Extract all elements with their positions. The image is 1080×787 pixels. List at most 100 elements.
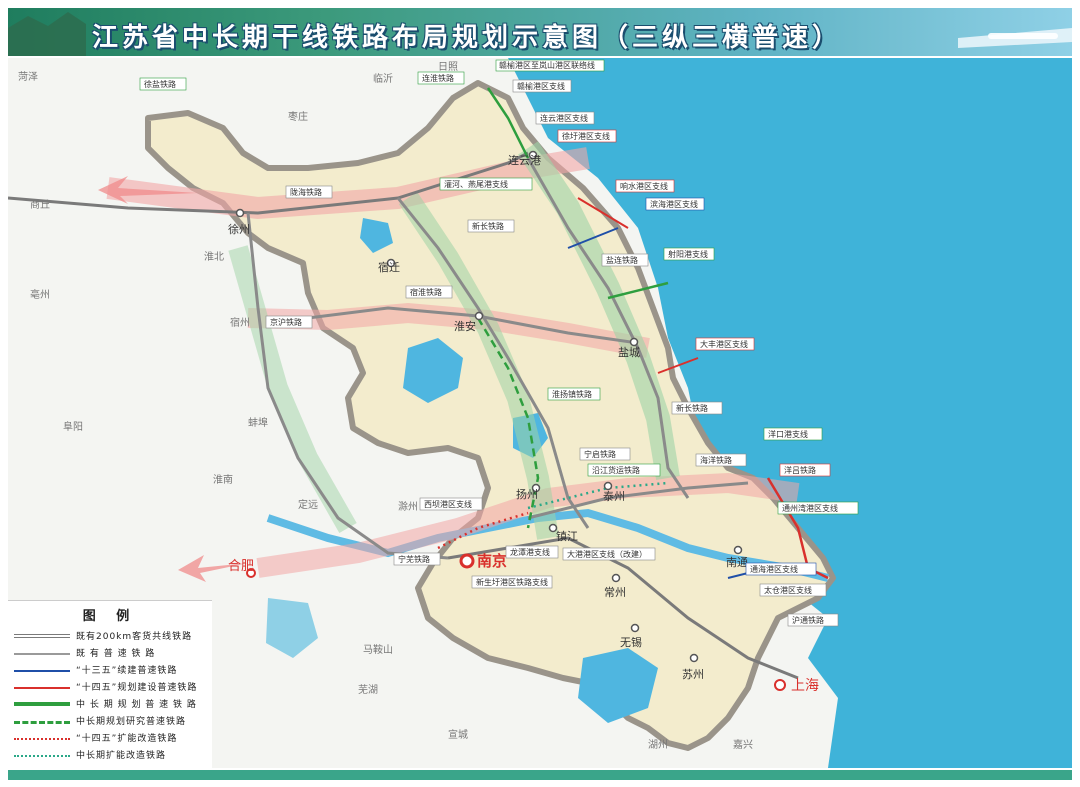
hefei-label: 合肥	[228, 559, 254, 574]
rizhao-label: 日照	[438, 61, 458, 73]
longhai-rail-label: 陇海铁路	[290, 187, 322, 197]
map-title: 江苏省中长期干线铁路布局规划示意图（三纵三横普速）	[92, 23, 843, 53]
legend-item: “十四五”扩能改造铁路	[12, 731, 212, 745]
ganyu-link-label: 赣榆港区至岚山港区联络线	[499, 60, 595, 70]
yanlian-rail-label: 盐连铁路	[606, 255, 638, 265]
legend-item: 中长期扩能改造铁路	[12, 748, 212, 762]
legend-swatch	[14, 687, 70, 689]
legend-swatch	[14, 755, 70, 757]
xinchang-rail-label: 新长铁路	[472, 221, 504, 231]
legend-label: 既有200km客货共线铁路	[76, 632, 193, 642]
nanjing-label: 南京	[477, 552, 507, 570]
ningqi-rail-label: 宁启铁路	[584, 449, 616, 459]
dagang-branch-label: 大港港区支线（改建）	[567, 549, 647, 559]
wuxi-marker	[630, 623, 640, 633]
legend-item: 中长期规划研究普速铁路	[12, 714, 212, 728]
nantong-port-branch-label: 通海港区支线	[750, 564, 798, 574]
yancheng-marker	[629, 337, 639, 347]
taizhou-label: 泰州	[603, 489, 625, 503]
heze-label: 菏泽	[18, 71, 38, 83]
suzhou-marker	[689, 653, 699, 663]
bozhou-label: 亳州	[30, 288, 50, 301]
shangqiu-label: 商丘	[30, 198, 50, 211]
ningwu-rail-label: 宁芜铁路	[398, 554, 430, 564]
shanghai-marker	[774, 679, 786, 691]
lianyungang-label: 连云港	[508, 154, 541, 167]
legend-item: “十四五”规划建设普速铁路	[12, 680, 212, 694]
xiba-branch-label: 西坝港区支线	[424, 499, 472, 509]
xuyan-rail-label: 徐盐铁路	[144, 79, 176, 89]
lianhuai-rail-label: 连淮铁路	[422, 73, 454, 83]
legend-label: 既 有 普 速 铁 路	[76, 649, 156, 659]
legend-swatch	[14, 634, 70, 638]
ganyu-branch-label: 赣榆港区支线	[517, 81, 565, 91]
legend-item: “十三五”续建普速铁路	[12, 663, 212, 677]
longtan-branch-label: 龙潭港支线	[510, 547, 550, 557]
title-banner: 江苏省中长期干线铁路布局规划示意图（三纵三横普速）	[8, 8, 1072, 56]
suzhou-ah-label: 宿州	[230, 316, 250, 329]
xuzhou-label: 徐州	[228, 222, 250, 236]
xiangshui-branch-label: 响水港区支线	[620, 181, 668, 191]
haiyang-rail-label: 海洋铁路	[700, 455, 732, 465]
wuxi-label: 无锡	[620, 635, 642, 649]
dafeng-branch-label: 大丰港区支线	[700, 339, 748, 349]
changzhou-label: 常州	[604, 586, 626, 599]
chuzhou-label: 滁州	[398, 500, 418, 513]
legend-label: “十四五”规划建设普速铁路	[76, 683, 198, 693]
legend-label: “十四五”扩能改造铁路	[76, 734, 178, 744]
legend-swatch	[14, 721, 70, 724]
nanjing-marker	[459, 553, 475, 569]
huaiyangzhen-rail-label: 淮扬镇铁路	[552, 389, 592, 399]
zhenjiang-label: 镇江	[556, 529, 578, 543]
xinshengyu-branch-label: 新生圩港区铁路支线	[476, 577, 548, 587]
yangzijiang-rail-label: 沿江货运铁路	[592, 465, 640, 475]
legend-item: 中 长 期 规 划 普 速 铁 路	[12, 697, 212, 711]
jinghu-rail-label: 京沪铁路	[270, 317, 302, 327]
nantong-label: 南通	[726, 556, 748, 569]
maanshan-label: 马鞍山	[363, 643, 393, 656]
nantong-marker	[733, 545, 743, 555]
yancheng-label: 盐城	[618, 346, 640, 359]
bottom-border	[8, 770, 1072, 780]
suqian-label: 宿迁	[378, 260, 400, 274]
legend-label: “十三五”续建普速铁路	[76, 666, 178, 676]
taizhou-marker	[603, 481, 613, 491]
taicang-branch-label: 太仓港区支线	[764, 585, 812, 595]
legend-swatch	[14, 702, 70, 706]
yangkou-branch-label: 洋口港支线	[768, 429, 808, 439]
huainan-label: 淮南	[213, 473, 233, 486]
huzhou-label: 湖州	[648, 739, 668, 751]
tonghai-branch-label: 通州湾港区支线	[782, 503, 838, 513]
yanglu-rail-label: 洋吕铁路	[784, 465, 816, 475]
sheyang-branch-label: 射阳港支线	[668, 249, 708, 259]
guanhe-branch-label: 灌河、燕尾港支线	[444, 179, 508, 189]
wuhu-label: 芜湖	[358, 683, 378, 696]
legend-item: 既有200km客货共线铁路	[12, 629, 212, 643]
suzhou-label: 苏州	[682, 668, 704, 681]
legend-label: 中 长 期 规 划 普 速 铁 路	[76, 700, 197, 710]
yangzhou-label: 扬州	[516, 487, 538, 501]
legend-swatch	[14, 738, 70, 740]
dingyuan-label: 定远	[298, 498, 318, 511]
legend-label: 中长期规划研究普速铁路	[76, 717, 187, 727]
xuzhou-marker	[235, 208, 245, 218]
lianyun-branch-label: 连云港区支线	[540, 113, 588, 123]
legend-item: 既 有 普 速 铁 路	[12, 646, 212, 660]
xuwei-branch-label: 徐圩港区支线	[562, 131, 610, 141]
legend-swatch	[14, 670, 70, 672]
legend-title: 图 例	[82, 609, 138, 624]
jiaxing-label: 嘉兴	[733, 738, 753, 751]
huaian-marker	[474, 311, 484, 321]
hutong-rail-label: 沪通铁路	[792, 615, 824, 625]
suhuai-rail-label: 宿淮铁路	[410, 287, 442, 297]
linyi-label: 临沂	[373, 72, 393, 85]
zhuangtong-rail-label: 新长铁路	[676, 403, 708, 413]
shanghai-label: 上海	[791, 678, 819, 694]
huaibei-label: 淮北	[204, 251, 224, 263]
changzhou-marker	[611, 573, 621, 583]
legend: 图 例 既有200km客货共线铁路 既 有 普 速 铁 路 “十三五”续建普速铁…	[8, 600, 212, 769]
xuancheng-label: 宣城	[448, 728, 468, 741]
binhai-branch-label: 滨海港区支线	[650, 199, 698, 209]
legend-swatch	[14, 653, 70, 655]
bengbu-label: 蚌埠	[248, 416, 268, 429]
